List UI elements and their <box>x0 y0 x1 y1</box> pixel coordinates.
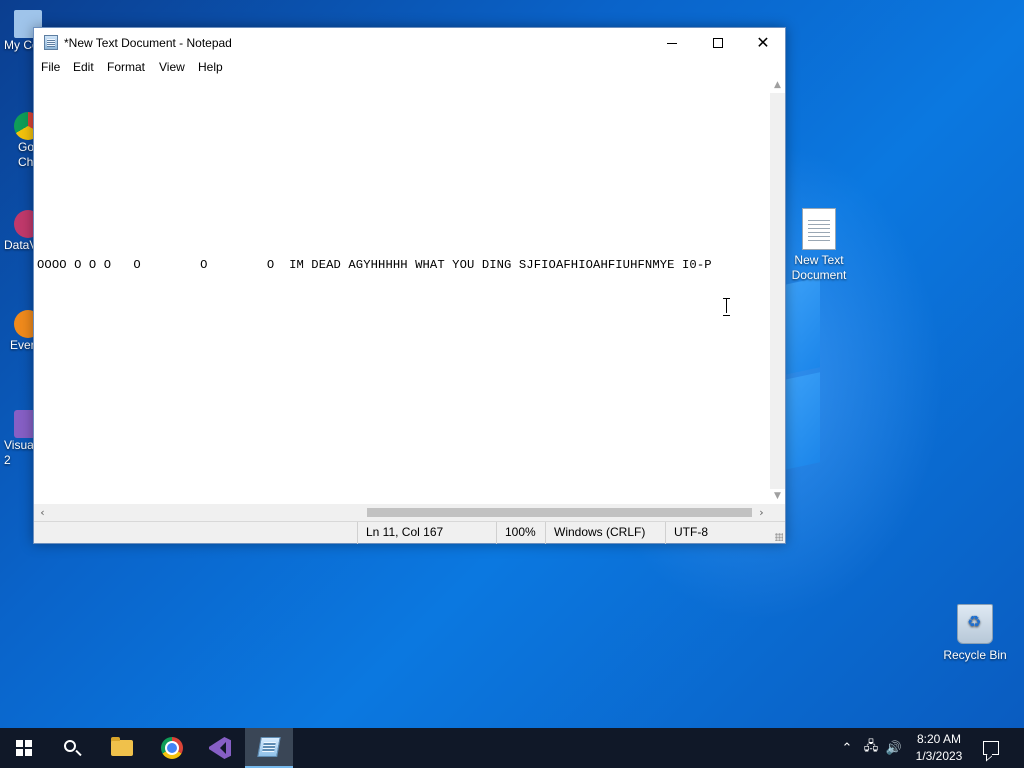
volume-icon[interactable]: 🔊 <box>884 738 904 758</box>
scroll-right-icon[interactable]: › <box>753 504 770 521</box>
start-button[interactable] <box>0 728 48 768</box>
maximize-button[interactable] <box>695 28 741 58</box>
minimize-icon <box>667 42 677 44</box>
notepad-icon <box>44 35 58 50</box>
desktop-icon-label-line1: New Text <box>794 253 844 267</box>
horizontal-scrollbar[interactable]: ‹ › <box>34 504 770 521</box>
network-icon[interactable]: 🖧 <box>861 738 881 758</box>
maximize-icon <box>713 38 723 48</box>
resize-grip-icon[interactable] <box>775 533 783 541</box>
text-document-icon <box>802 208 836 250</box>
clock-time: 8:20 AM <box>916 732 962 746</box>
ibeam-cursor-icon <box>723 298 731 316</box>
search-button[interactable] <box>48 728 96 768</box>
vertical-scroll-track[interactable] <box>770 93 785 489</box>
scroll-down-icon[interactable]: ▼ <box>770 489 785 504</box>
chrome-icon <box>161 737 183 759</box>
taskbar-chrome[interactable] <box>148 728 196 768</box>
recycle-bin-icon <box>957 604 993 644</box>
text-editor-area[interactable]: OOOO O O O O O O IM DEAD AGYHHHHH WHAT Y… <box>34 78 770 504</box>
desktop-icon-label-line2: Document <box>791 268 847 282</box>
menu-view[interactable]: View <box>157 60 187 74</box>
menu-help[interactable]: Help <box>196 60 225 74</box>
taskbar-visual-studio[interactable] <box>196 728 244 768</box>
scroll-up-icon[interactable]: ▲ <box>770 78 785 93</box>
notification-icon <box>983 741 999 755</box>
editor-text-line: OOOO O O O O O O IM DEAD AGYHHHHH WHAT Y… <box>37 258 712 272</box>
desktop-icon-label: Recycle Bin <box>943 648 1007 662</box>
menu-format[interactable]: Format <box>105 60 147 74</box>
windows-start-icon <box>16 740 32 756</box>
window-title: *New Text Document - Notepad <box>64 36 232 50</box>
folder-icon <box>111 737 133 756</box>
action-center-button[interactable] <box>968 728 1014 768</box>
taskbar-file-explorer[interactable] <box>98 728 146 768</box>
menu-edit[interactable]: Edit <box>71 60 96 74</box>
status-cursor-position: Ln 11, Col 167 <box>357 522 497 544</box>
vertical-scrollbar[interactable]: ▲ ▼ <box>770 78 785 504</box>
search-icon <box>64 740 76 752</box>
scroll-left-icon[interactable]: ‹ <box>34 504 51 521</box>
taskbar: ⌃ 🖧 🔊 8:20 AM 1/3/2023 <box>0 728 1024 768</box>
title-bar[interactable]: *New Text Document - Notepad ✕ <box>34 28 785 58</box>
minimize-button[interactable] <box>649 28 695 58</box>
status-line-ending: Windows (CRLF) <box>545 522 665 544</box>
menu-file[interactable]: File <box>39 60 62 74</box>
clock-date: 1/3/2023 <box>915 749 963 763</box>
scrollbar-corner <box>770 504 785 521</box>
status-encoding: UTF-8 <box>665 522 785 544</box>
system-clock[interactable]: 8:20 AM 1/3/2023 <box>906 731 972 765</box>
taskbar-notepad[interactable] <box>245 728 293 768</box>
close-button[interactable]: ✕ <box>740 28 786 58</box>
show-hidden-icons-chevron-up-icon[interactable]: ⌃ <box>837 738 857 758</box>
notepad-icon <box>257 737 281 757</box>
status-bar: Ln 11, Col 167 100% Windows (CRLF) UTF-8 <box>34 521 785 544</box>
horizontal-scroll-thumb[interactable] <box>367 508 752 517</box>
close-icon: ✕ <box>756 33 770 52</box>
notepad-window[interactable]: *New Text Document - Notepad ✕ File Edit… <box>33 27 786 544</box>
menu-bar: File Edit Format View Help <box>34 58 785 78</box>
desktop-icon-new-text-document[interactable]: New Text Document <box>781 208 857 283</box>
visual-studio-icon <box>209 737 231 759</box>
desktop-icon-recycle-bin[interactable]: Recycle Bin <box>937 604 1013 663</box>
status-zoom: 100% <box>496 522 552 544</box>
